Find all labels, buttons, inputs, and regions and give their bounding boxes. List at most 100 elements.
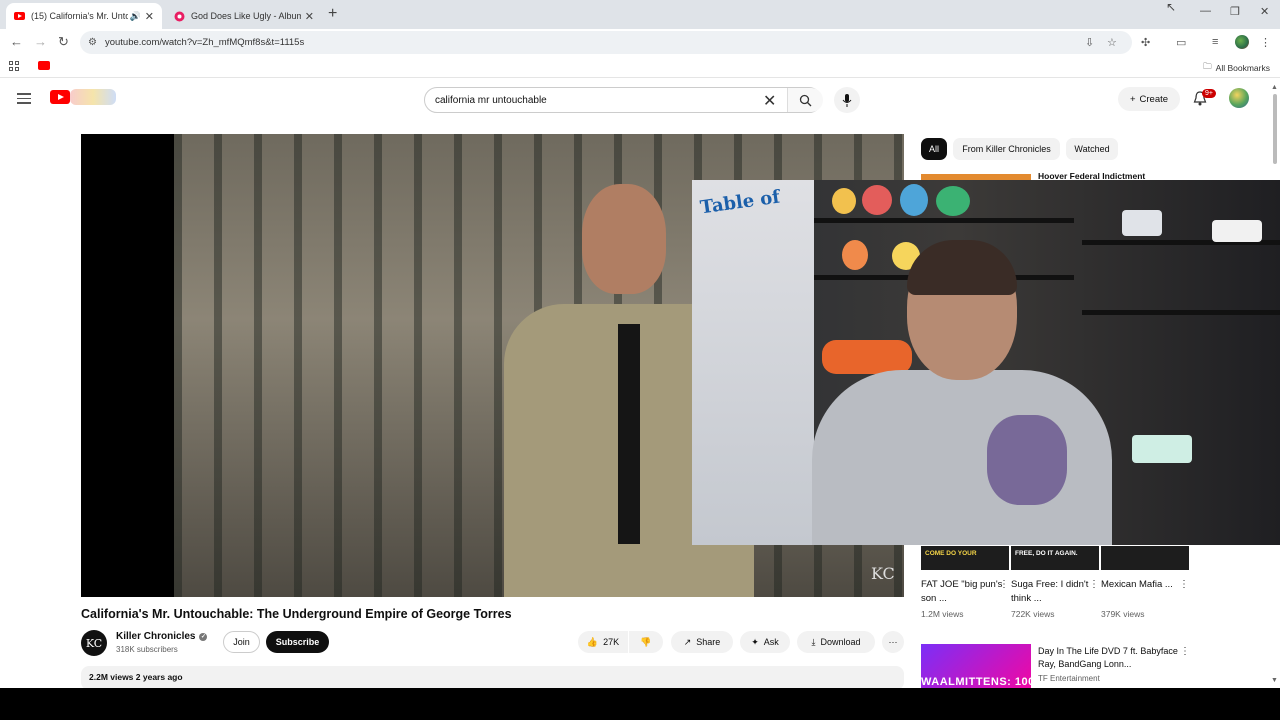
wall-poster: Table of: [692, 180, 814, 545]
more-options-icon[interactable]: ⋮: [1089, 579, 1099, 590]
shelf: [814, 218, 1074, 223]
tab-album[interactable]: God Does Like Ugly - Album by ✕: [166, 3, 322, 29]
thumbs-down-icon: 👎: [640, 636, 652, 647]
voice-search-button[interactable]: [834, 87, 860, 113]
share-button[interactable]: ↗ Share: [671, 631, 733, 653]
tab-title: (15) California's Mr. Untouc: [31, 11, 128, 21]
notification-count-badge: 9+: [1202, 89, 1216, 98]
youtube-bookmark-icon[interactable]: [38, 61, 50, 70]
storage-bin: [1132, 435, 1192, 463]
address-bar[interactable]: ⚙ youtube.com/watch?v=Zh_mfMQmf8s&t=1115…: [80, 31, 1132, 54]
more-actions-button[interactable]: ···: [882, 631, 904, 653]
short-views: 1.2M views: [921, 609, 964, 619]
close-tab-icon[interactable]: ✕: [305, 10, 314, 23]
chip-watched[interactable]: Watched: [1066, 138, 1118, 160]
scroll-up-arrow-icon[interactable]: ▲: [1271, 84, 1278, 91]
menu-dots-icon[interactable]: ⋮: [1260, 36, 1271, 49]
folder-icon: 🗀: [1203, 61, 1212, 71]
ask-button[interactable]: ✦ Ask: [740, 631, 790, 653]
media-icon[interactable]: ≡: [1212, 36, 1218, 48]
close-tab-icon[interactable]: ✕: [145, 10, 154, 23]
channel-name[interactable]: Killer Chronicles: [116, 631, 195, 642]
more-options-icon[interactable]: ⋮: [1179, 579, 1189, 590]
description-box[interactable]: 2.2M views 2 years ago: [81, 666, 904, 688]
search-box: ✕: [424, 87, 823, 113]
browser-profile-avatar[interactable]: [1235, 35, 1249, 49]
storage-bin: [1122, 210, 1162, 236]
toy-figure: [862, 185, 892, 215]
site-info-icon[interactable]: ⚙: [88, 37, 97, 48]
extensions-icon[interactable]: ✣: [1141, 36, 1150, 49]
tab-youtube[interactable]: (15) California's Mr. Untouc 🔊 ✕: [6, 3, 162, 29]
new-tab-icon[interactable]: +: [328, 5, 337, 23]
short-title[interactable]: Mexican Mafia ...: [1101, 578, 1189, 606]
thumbnail-caption: COME DO YOUR: [925, 550, 977, 557]
recommended-title[interactable]: Day In The Life DVD 7 ft. Babyface Ray, …: [1038, 645, 1178, 671]
toy-figure: [832, 188, 856, 214]
restore-icon[interactable]: ❐: [1230, 5, 1240, 18]
more-options-icon[interactable]: ⋮: [1180, 646, 1190, 657]
browser-toolbar: ← → ↻ ⚙ youtube.com/watch?v=Zh_mfMQmf8s&…: [0, 29, 1280, 56]
chip-all[interactable]: All: [921, 138, 947, 160]
scroll-down-arrow-icon[interactable]: ▼: [1271, 677, 1278, 684]
ask-label: Ask: [763, 637, 779, 647]
thumbnail-caption: FREE, DO IT AGAIN.: [1015, 550, 1078, 557]
more-options-icon[interactable]: ⋮: [999, 579, 1009, 590]
short-thumbnail[interactable]: [1101, 546, 1189, 570]
download-button[interactable]: ⤓ Download: [797, 631, 875, 653]
short-views: 722K views: [1011, 609, 1055, 619]
thumbnail-caption: WAALMITTENS: 100: [921, 676, 1031, 688]
view-stats: 2.2M views 2 years ago: [89, 672, 183, 682]
search-input[interactable]: [435, 94, 755, 106]
download-icon: ⤓: [811, 636, 816, 647]
speaker-icon[interactable]: 🔊: [130, 11, 141, 22]
back-icon[interactable]: ←: [10, 34, 23, 49]
storage-bin: [1212, 220, 1262, 242]
short-title[interactable]: FAT JOE "big pun's son ...: [921, 578, 1009, 606]
browser-tab-bar: (15) California's Mr. Untouc 🔊 ✕ God Doe…: [0, 0, 1280, 29]
short-item[interactable]: COME DO YOUR FAT JOE "big pun's son ... …: [921, 546, 1009, 619]
short-title[interactable]: Suga Free: I didn't think ...: [1011, 578, 1099, 606]
bookmarks-bar: 🗀 All Bookmarks: [0, 56, 1280, 78]
chip-from-channel[interactable]: From Killer Chronicles: [953, 138, 1060, 160]
thumbs-up-icon: 👍: [586, 636, 599, 647]
download-label: Download: [820, 637, 861, 647]
apps-grid-icon[interactable]: [9, 61, 19, 71]
recommended-channel[interactable]: TF Entertainment: [1038, 674, 1100, 683]
short-thumbnail[interactable]: FREE, DO IT AGAIN.: [1011, 546, 1099, 570]
youtube-doodle[interactable]: [70, 89, 116, 105]
verified-icon: ✓: [199, 632, 208, 641]
channel-watermark-icon[interactable]: KC: [871, 564, 895, 583]
install-icon[interactable]: ⇩: [1085, 36, 1094, 49]
like-count: 27K: [603, 637, 620, 647]
dislike-button[interactable]: 👎: [629, 631, 663, 653]
minimize-icon[interactable]: —: [1200, 5, 1211, 17]
like-button[interactable]: 👍 27K: [578, 631, 628, 653]
recommended-thumbnail[interactable]: WAALMITTENS: 100: [921, 644, 1031, 688]
create-button[interactable]: + Create: [1118, 87, 1180, 111]
scrollbar-thumb[interactable]: [1273, 94, 1277, 164]
short-thumbnail[interactable]: COME DO YOUR: [921, 546, 1009, 570]
search-button[interactable]: [787, 88, 823, 112]
short-item[interactable]: FREE, DO IT AGAIN. Suga Free: I didn't t…: [1011, 546, 1099, 619]
clear-search-icon[interactable]: ✕: [763, 91, 776, 111]
short-item[interactable]: Mexican Mafia ... 379K views ⋮: [1101, 546, 1189, 619]
share-label: Share: [696, 637, 721, 647]
channel-name-row[interactable]: Killer Chronicles ✓: [116, 631, 208, 642]
share-icon: ↗: [683, 636, 692, 647]
channel-avatar[interactable]: KC: [81, 630, 107, 656]
forward-icon[interactable]: →: [34, 34, 47, 49]
cast-icon[interactable]: ▭: [1176, 36, 1186, 49]
close-window-icon[interactable]: ✕: [1260, 5, 1269, 18]
youtube-favicon-icon: [14, 11, 25, 22]
subscribe-button[interactable]: Subscribe: [266, 631, 329, 653]
join-button[interactable]: Join: [223, 631, 260, 653]
hamburger-menu-icon[interactable]: [17, 93, 31, 107]
reload-icon[interactable]: ↻: [58, 34, 69, 50]
microphone-icon: [842, 93, 852, 107]
all-bookmarks[interactable]: 🗀 All Bookmarks: [1203, 61, 1270, 75]
youtube-logo[interactable]: [50, 90, 70, 104]
account-avatar[interactable]: [1229, 88, 1249, 108]
plus-icon: +: [1129, 93, 1136, 105]
bookmark-star-icon[interactable]: ☆: [1107, 36, 1117, 49]
